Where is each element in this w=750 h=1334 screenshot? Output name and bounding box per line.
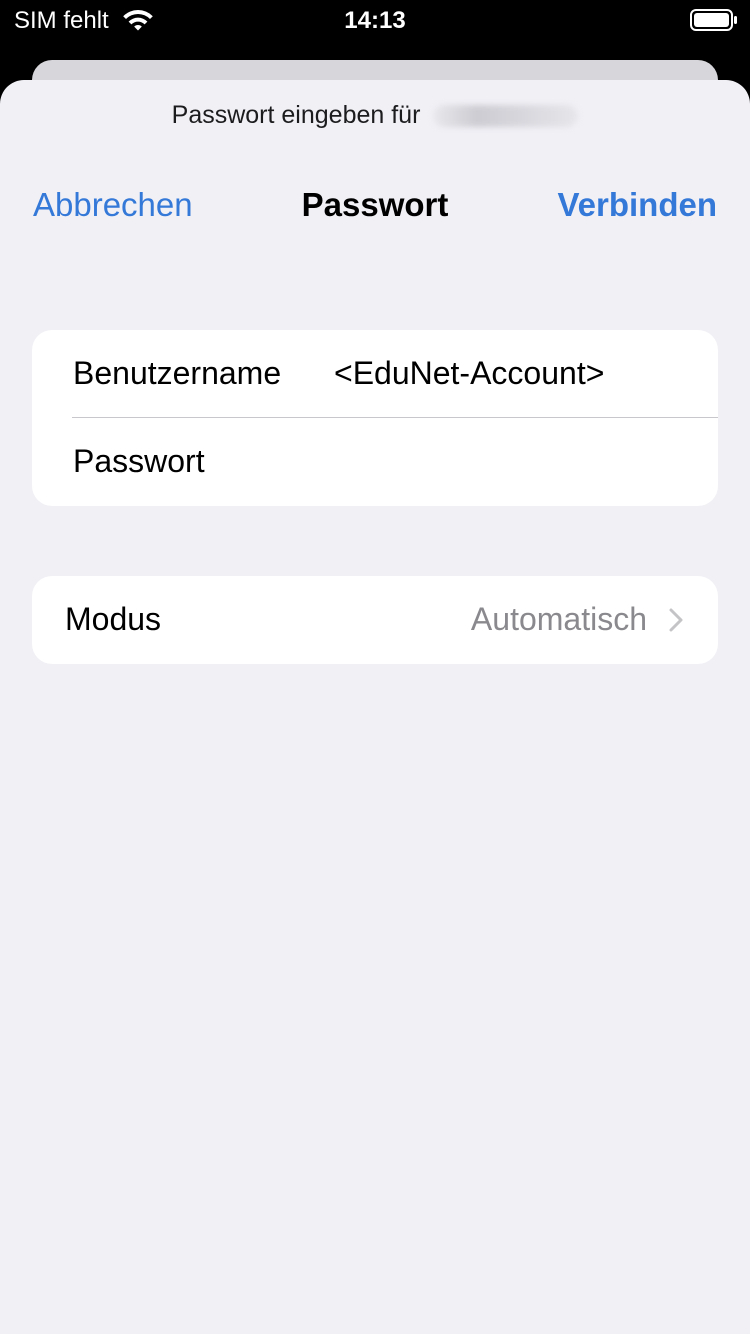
- status-bar: SIM fehlt 14:13: [0, 0, 750, 40]
- mode-row[interactable]: Modus Automatisch: [32, 576, 718, 664]
- chevron-right-icon: [669, 608, 683, 632]
- network-name-redacted: [433, 105, 579, 128]
- mode-value: Automatisch: [470, 601, 647, 637]
- mode-label: Modus: [65, 601, 162, 637]
- prompt-text: Passwort eingeben für: [171, 101, 421, 129]
- username-label: Benutzername: [73, 355, 282, 391]
- credentials-group: Benutzername <EduNet-Account> Passwort: [32, 330, 718, 506]
- screen: SIM fehlt 14:13 Passwort eingeben für Ab…: [0, 0, 750, 1334]
- password-sheet: Passwort eingeben für Abbrechen Passwort…: [0, 80, 750, 1334]
- username-row[interactable]: Benutzername <EduNet-Account>: [32, 330, 718, 418]
- password-row[interactable]: Passwort: [32, 418, 718, 506]
- connect-button[interactable]: Verbinden: [557, 186, 717, 224]
- password-label: Passwort: [73, 443, 205, 479]
- status-time: 14:13: [344, 7, 406, 34]
- password-prompt: Passwort eingeben für: [0, 101, 750, 130]
- username-field[interactable]: <EduNet-Account>: [334, 355, 604, 392]
- navigation-bar: Abbrechen Passwort Verbinden: [0, 180, 750, 230]
- battery-icon: [690, 9, 737, 31]
